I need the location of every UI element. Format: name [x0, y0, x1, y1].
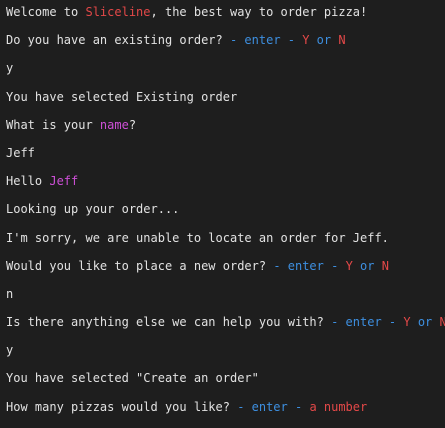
terminal-text-segment: ? [129, 118, 136, 132]
terminal-text-segment: Would you like to place a new order? [6, 259, 273, 273]
terminal-text-segment: N [338, 33, 345, 47]
terminal-text-segment: name [100, 118, 129, 132]
terminal-line-input: n [6, 287, 445, 315]
terminal-text-segment: - enter - [237, 400, 309, 414]
terminal-text-segment: Hello [6, 174, 49, 188]
terminal-text-segment: - enter - [230, 33, 302, 47]
terminal-text-segment: Y [403, 315, 410, 329]
terminal-text-segment: y [6, 343, 13, 357]
terminal-text-segment: Jeff [6, 146, 35, 160]
terminal-line-output: I'm sorry, we are unable to locate an or… [6, 231, 445, 259]
terminal-line-input: y [6, 343, 445, 371]
terminal-text-segment: Welcome to [6, 5, 85, 19]
terminal-text-segment: a number [309, 400, 367, 414]
terminal-text-segment: , the best way to order pizza! [151, 5, 368, 19]
terminal-text-segment: Sliceline [85, 5, 150, 19]
terminal-text-segment: What is your [6, 118, 100, 132]
terminal-text-segment: You have selected "Create an order" [6, 371, 259, 385]
terminal-line-output: You have selected "Create an order" [6, 371, 445, 399]
terminal-text-segment: Do you have an existing order? [6, 33, 230, 47]
terminal-text-segment: How many pizzas would you like? [6, 400, 237, 414]
terminal-text-segment: You have selected Existing order [6, 90, 237, 104]
terminal-line-prompt: Would you like to place a new order? - e… [6, 259, 445, 287]
terminal-line-input: y [6, 61, 445, 89]
terminal-line-output: Hello Jeff [6, 174, 445, 202]
terminal-line-prompt: What is your name? [6, 118, 445, 146]
terminal-output: Welcome to Sliceline, the best way to or… [6, 5, 445, 428]
terminal-window[interactable]: Welcome to Sliceline, the best way to or… [0, 0, 445, 418]
terminal-text-segment: Looking up your order... [6, 202, 179, 216]
terminal-text-segment: y [6, 61, 13, 75]
terminal-line-output: Looking up your order... [6, 202, 445, 230]
terminal-text-segment: N [382, 259, 389, 273]
terminal-text-segment: Y [346, 259, 353, 273]
terminal-text-segment: Jeff [49, 174, 78, 188]
terminal-text-segment: or [411, 315, 440, 329]
terminal-line-output: Welcome to Sliceline, the best way to or… [6, 5, 445, 33]
terminal-line-prompt: Is there anything else we can help you w… [6, 315, 445, 343]
terminal-line-input: Jeff [6, 146, 445, 174]
terminal-text-segment: - enter - [273, 259, 345, 273]
terminal-text-segment: - enter - [331, 315, 403, 329]
terminal-text-segment: or [353, 259, 382, 273]
terminal-text-segment: n [6, 287, 13, 301]
terminal-text-segment: N [440, 315, 445, 329]
terminal-text-segment: or [309, 33, 338, 47]
terminal-line-prompt: How many pizzas would you like? - enter … [6, 400, 445, 428]
terminal-text-segment: I'm sorry, we are unable to locate an or… [6, 231, 389, 245]
terminal-text-segment: Is there anything else we can help you w… [6, 315, 331, 329]
terminal-line-prompt: Do you have an existing order? - enter -… [6, 33, 445, 61]
terminal-line-output: You have selected Existing order [6, 90, 445, 118]
